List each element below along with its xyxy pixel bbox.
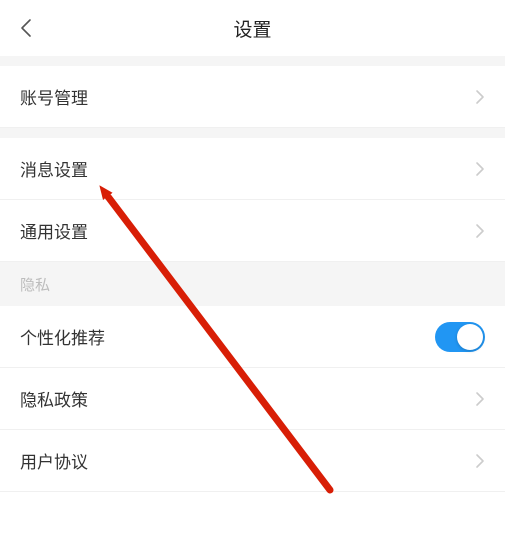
row-label: 隐私政策 [20,386,88,411]
row-personalized-recommendation[interactable]: 个性化推荐 [0,306,505,368]
row-general-settings[interactable]: 通用设置 [0,200,505,262]
page-title: 设置 [233,15,271,42]
toggle-knob [457,324,483,350]
row-label: 用户协议 [20,448,88,473]
chevron-right-icon [475,161,485,177]
row-account-management[interactable]: 账号管理 [0,66,505,128]
row-message-settings[interactable]: 消息设置 [0,138,505,200]
row-label: 账号管理 [20,84,88,109]
section-label: 隐私 [20,274,50,295]
row-label: 通用设置 [20,218,88,243]
back-button[interactable] [14,16,38,40]
row-privacy-policy[interactable]: 隐私政策 [0,368,505,430]
divider [0,56,505,66]
section-header-privacy: 隐私 [0,262,505,306]
chevron-right-icon [475,453,485,469]
chevron-right-icon [475,391,485,407]
header: 设置 [0,0,505,56]
divider [0,128,505,138]
chevron-left-icon [20,18,32,38]
chevron-right-icon [475,89,485,105]
row-label: 消息设置 [20,156,88,181]
row-user-agreement[interactable]: 用户协议 [0,430,505,492]
row-label: 个性化推荐 [20,324,105,349]
toggle-personalization[interactable] [435,322,485,352]
chevron-right-icon [475,223,485,239]
